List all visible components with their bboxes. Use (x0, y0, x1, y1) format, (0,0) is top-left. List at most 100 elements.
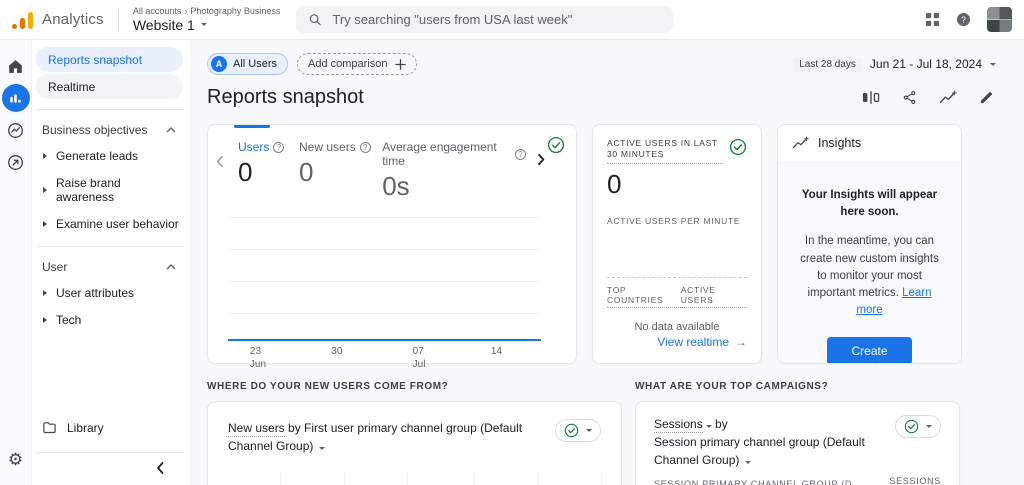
sidebar-item-raise-brand-awareness[interactable]: Raise brand awareness (32, 169, 190, 210)
metric-selector[interactable]: Sessions (654, 417, 703, 433)
sidebar-item-tech[interactable]: Tech (32, 306, 190, 333)
tab-users[interactable]: Users? 0 (238, 140, 299, 202)
chevron-down-icon (586, 429, 592, 432)
account-property-switcher[interactable]: All accounts › Photography Business Webs… (133, 6, 281, 32)
search-input[interactable] (332, 12, 661, 27)
card-status-dropdown[interactable] (555, 419, 601, 442)
sessions-by-channel-card: Sessions by Session primary channel grou… (635, 401, 960, 485)
sidebar-item-reports-snapshot[interactable]: Reports snapshot (36, 47, 183, 72)
collapse-sidebar-icon[interactable] (155, 461, 166, 475)
home-nav-icon[interactable] (2, 52, 30, 80)
chevron-down-icon[interactable] (319, 447, 325, 450)
dimension-title[interactable]: Session primary channel group (Default C… (654, 435, 865, 467)
reports-sidebar: Reports snapshot Realtime Business objec… (32, 40, 190, 485)
data-quality-check-icon[interactable] (729, 138, 747, 161)
sidebar-item-examine-user-behavior[interactable]: Examine user behavior (32, 210, 190, 237)
sidebar-item-realtime[interactable]: Realtime (36, 74, 183, 99)
chevron-down-icon[interactable] (706, 425, 712, 428)
view-insights-button[interactable] (939, 90, 957, 105)
view-realtime-link[interactable]: View realtime→ (657, 335, 747, 349)
top-app-bar: Analytics All accounts › Photography Bus… (0, 0, 1024, 40)
date-range-picker[interactable]: Last 28 days Jun 21 - Jul 18, 2024 (793, 57, 996, 72)
arrow-right-icon: → (735, 335, 747, 349)
sidebar-item-label: Library (67, 421, 104, 435)
main-content: A All Users Add comparison Last 28 days … (190, 40, 1024, 485)
help-tooltip-icon[interactable]: ? (360, 142, 371, 153)
per-minute-label: ACTIVE USERS PER MINUTE (607, 216, 747, 226)
chevron-down-icon (201, 23, 207, 26)
breadcrumb-root[interactable]: All accounts (133, 6, 182, 16)
expand-arrow-icon[interactable] (43, 290, 47, 296)
new-users-section: WHERE DO YOUR NEW USERS COME FROM? New u… (207, 381, 622, 485)
property-name[interactable]: Website 1 (133, 17, 195, 33)
avatar[interactable] (987, 7, 1012, 32)
new-users-by-channel-card: New users by First user primary channel … (207, 401, 622, 485)
create-insight-button[interactable]: Create (827, 337, 911, 364)
expand-arrow-icon[interactable] (43, 153, 47, 159)
sidebar-item-generate-leads[interactable]: Generate leads (32, 142, 190, 169)
breadcrumb-account[interactable]: Photography Business (190, 6, 280, 16)
insights-icon (792, 136, 809, 150)
share-report-button[interactable] (902, 90, 917, 105)
table-column-sessions[interactable]: SESSIONS (889, 476, 941, 485)
top-countries-column-header[interactable]: TOP COUNTRIES (607, 285, 681, 308)
left-icon-rail: ⚙ (0, 40, 32, 485)
comparisons-panel-button[interactable] (862, 90, 880, 105)
gridline (228, 313, 541, 314)
help-tooltip-icon[interactable]: ? (515, 149, 526, 160)
home-icon (6, 57, 25, 76)
metric-selector[interactable]: New users (228, 421, 285, 437)
help-tooltip-icon[interactable]: ? (273, 142, 284, 153)
comparison-icon (862, 90, 880, 105)
section-question-title: WHERE DO YOUR NEW USERS COME FROM? (207, 381, 622, 392)
sidebar-item-label: Generate leads (56, 149, 138, 163)
sidebar-item-label: Examine user behavior (56, 217, 179, 231)
tab-new-users[interactable]: New users? 0 (299, 140, 382, 202)
svg-text:?: ? (961, 14, 966, 24)
metric-label: Average engagement time (382, 140, 511, 168)
chevron-up-icon (166, 127, 176, 133)
gridline (344, 471, 345, 485)
all-users-comparison-chip[interactable]: A All Users (207, 53, 288, 75)
sidebar-item-label: User attributes (56, 286, 134, 300)
advertising-nav-icon[interactable] (2, 148, 30, 176)
sidebar-item-user-attributes[interactable]: User attributes (32, 279, 190, 306)
gridline (407, 471, 408, 485)
previous-metrics-button[interactable] (213, 153, 227, 173)
table-column-dimension[interactable]: SESSION PRIMARY CHANNEL GROUP (D... (654, 479, 862, 485)
admin-settings-icon[interactable]: ⚙ (2, 445, 30, 473)
active-users-value: 0 (607, 169, 747, 200)
date-range-value: Jun 21 - Jul 18, 2024 (870, 57, 982, 71)
sidebar-item-library[interactable]: Library (32, 412, 190, 443)
insights-card-title: Insights (818, 136, 861, 150)
customize-report-button[interactable] (979, 90, 994, 105)
chevron-down-icon (990, 63, 996, 66)
metric-value: 0 (238, 157, 299, 188)
expand-arrow-icon[interactable] (43, 187, 47, 193)
top-campaigns-section: WHAT ARE YOUR TOP CAMPAIGNS? Sessions by… (635, 381, 960, 485)
help-icon[interactable]: ? (955, 11, 972, 28)
tab-average-engagement-time[interactable]: Average engagement time? 0s (382, 140, 526, 202)
search-bar[interactable] (296, 6, 673, 33)
active-users-column-header[interactable]: ACTIVE USERS (681, 285, 747, 308)
data-quality-check-icon[interactable] (547, 136, 565, 159)
section-label: Business objectives (42, 123, 147, 137)
card-status-dropdown[interactable] (895, 415, 941, 438)
gridline (474, 471, 475, 485)
bar-chart-icon (9, 92, 22, 105)
realtime-card-title[interactable]: ACTIVE USERS IN LAST 30 MINUTES (607, 138, 723, 164)
sidebar-section-business-objectives[interactable]: Business objectives (32, 118, 190, 142)
google-apps-icon[interactable] (925, 12, 940, 27)
explore-nav-icon[interactable] (2, 116, 30, 144)
reports-nav-icon[interactable] (2, 84, 30, 112)
add-comparison-button[interactable]: Add comparison (297, 53, 417, 75)
date-preset-badge: Last 28 days (793, 57, 862, 72)
metric-value: 0 (299, 157, 382, 188)
chevron-down-icon[interactable] (745, 461, 751, 464)
expand-arrow-icon[interactable] (43, 317, 47, 323)
chevron-right-icon (536, 153, 546, 166)
expand-arrow-icon[interactable] (43, 221, 47, 227)
sidebar-section-user[interactable]: User (32, 255, 190, 279)
next-metrics-button[interactable] (534, 151, 548, 171)
realtime-card: ACTIVE USERS IN LAST 30 MINUTES 0 ACTIVE… (592, 124, 762, 364)
